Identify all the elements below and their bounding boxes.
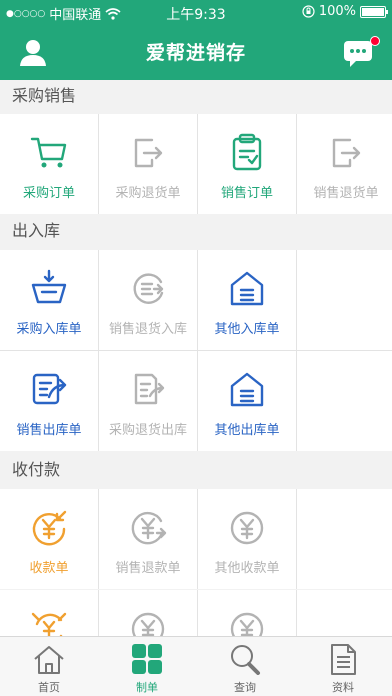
menu-item-s0-2[interactable]: 销售订单 <box>198 114 296 214</box>
tab-label: 首页 <box>38 681 60 694</box>
yen-in-icon <box>32 510 67 546</box>
menu-item-s1-5[interactable]: 采购退货出库 <box>99 351 197 451</box>
menu-item-s2-2[interactable]: 其他收款单 <box>198 489 296 589</box>
yen-icon <box>131 612 165 636</box>
exit-arrow-icon <box>332 138 361 168</box>
messages-button[interactable] <box>342 36 380 70</box>
tab-create[interactable]: 制单 <box>98 637 196 696</box>
section-header-payments: 收付款 <box>0 454 392 486</box>
basket-in-icon <box>31 269 67 304</box>
stock-in-out-grid: 采购入库单 销售退货入库 其他入库单销售出库单 采购退货出库 其他出库单 <box>0 250 392 451</box>
menu-item-s2-0[interactable]: 收款单 <box>0 489 98 589</box>
battery-percent: 100% <box>318 4 356 19</box>
menu-item-s1-0[interactable]: 采购入库单 <box>0 250 98 350</box>
menu-item-s0-3[interactable]: 销售退货单 <box>297 114 392 214</box>
unread-badge <box>370 36 380 46</box>
grid-icon <box>132 644 162 674</box>
menu-item-s1-4[interactable]: 销售出库单 <box>0 351 98 451</box>
menu-item-s2-1[interactable]: 销售退款单 <box>99 489 197 589</box>
warehouse-icon <box>230 271 264 306</box>
payments-grid-partial-row <box>0 590 392 636</box>
menu-item-label: 销售订单 <box>220 186 273 201</box>
menu-item-partial-0[interactable] <box>0 590 98 636</box>
empty-cell <box>297 489 392 589</box>
empty-cell <box>297 590 392 636</box>
tab-data[interactable]: 资料 <box>294 637 392 696</box>
nav-bar: 爱帮进销存 <box>0 24 392 80</box>
menu-item-label: 其他收款单 <box>214 561 280 576</box>
menu-item-s1-6[interactable]: 其他出库单 <box>198 351 296 451</box>
page-title: 爱帮进销存 <box>145 42 246 64</box>
menu-item-label: 其他入库单 <box>214 322 280 337</box>
menu-item-label: 采购退货出库 <box>108 423 187 438</box>
menu-item-label: 销售退货单 <box>313 186 379 201</box>
tab-label: 制单 <box>136 681 158 694</box>
yen-exchange-icon <box>31 612 67 636</box>
tab-label: 资料 <box>332 681 354 694</box>
menu-item-label: 销售退货入库 <box>108 322 187 337</box>
menu-item-label: 收款单 <box>29 561 69 576</box>
menu-item-s1-1[interactable]: 销售退货入库 <box>99 250 197 350</box>
menu-item-label: 采购退货单 <box>115 186 181 201</box>
warehouse-icon <box>230 372 264 407</box>
menu-item-label: 采购入库单 <box>16 322 82 337</box>
menu-item-label: 销售出库单 <box>16 423 82 438</box>
document-icon <box>331 644 356 675</box>
menu-item-partial-2[interactable] <box>198 590 296 636</box>
menu-item-partial-1[interactable] <box>99 590 197 636</box>
purchase-sales-grid: 采购订单 采购退货单 销售订单 销售退货单 <box>0 114 392 214</box>
menu-item-s0-0[interactable]: 采购订单 <box>0 114 98 214</box>
rotation-lock-icon <box>302 5 315 18</box>
menu-item-label: 销售退款单 <box>115 561 181 576</box>
yen-icon <box>230 612 264 636</box>
menu-item-label: 采购订单 <box>22 186 75 201</box>
document-out-icon <box>32 373 67 405</box>
tab-home[interactable]: 首页 <box>0 637 98 696</box>
clipboard-check-icon <box>232 133 262 171</box>
section-header-purchase-sales: 采购销售 <box>0 80 392 112</box>
tab-query[interactable]: 查询 <box>196 637 294 696</box>
yen-icon <box>230 511 264 545</box>
home-icon <box>34 646 64 674</box>
tab-label: 查询 <box>234 681 256 694</box>
shopping-cart-icon <box>30 137 67 168</box>
tab-bar: 首页 制单 查询 资料 <box>0 636 392 696</box>
status-bar: ●○○○○ 中国联通 上午9:33 100% <box>0 0 392 24</box>
empty-cell <box>297 250 392 350</box>
menu-item-s1-2[interactable]: 其他入库单 <box>198 250 296 350</box>
payments-grid: 收款单 销售退款单 其他收款单 <box>0 489 392 589</box>
return-in-icon <box>133 273 164 304</box>
menu-item-label: 其他出库单 <box>214 423 280 438</box>
menu-item-s0-1[interactable]: 采购退货单 <box>99 114 197 214</box>
empty-cell <box>297 351 392 451</box>
document-return-icon <box>134 373 165 405</box>
battery-icon <box>360 5 388 18</box>
yen-return-icon <box>131 511 167 545</box>
exit-arrow-icon <box>134 138 163 168</box>
section-header-stock-in-out: 出入库 <box>0 215 392 247</box>
search-icon <box>231 645 260 675</box>
